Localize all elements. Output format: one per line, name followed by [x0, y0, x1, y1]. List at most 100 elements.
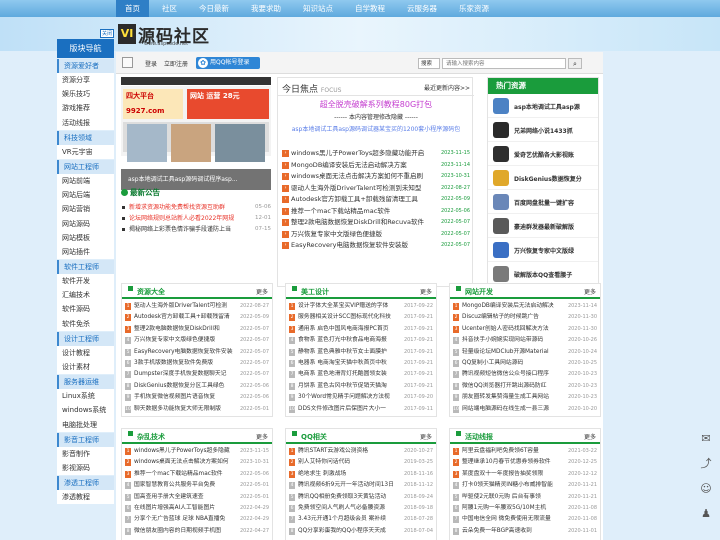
list-item[interactable]: 6 免费领空间人气刷人气必备腰资源 2018-09-18 — [289, 503, 433, 514]
list-item-title[interactable]: windows黑儿子PowerToys超多隐藏功能开启 — [291, 148, 426, 160]
focus-more-link[interactable]: 最近更新内容>> — [424, 83, 470, 92]
list-item[interactable]: 7 Dumpster深度手机恢复数据聊天记 2022-05-07 — [125, 369, 269, 380]
list-item[interactable]: 1 设计字体大全某宝买VIP赠送的字体 2017-09-22 — [289, 301, 433, 312]
list-item-title[interactable]: MongoDB编译安装后无法启动解决 — [462, 301, 568, 312]
list-item[interactable]: 3 整理2款电脑数据恢复DiskDrill和 2022-05-07 — [125, 324, 269, 335]
user-icon[interactable]: ♟ — [697, 503, 715, 525]
list-item[interactable]: 4 万兴恢复专家中文版绿色便捷版 2022-05-07 — [125, 335, 269, 346]
list-item-title[interactable]: 轻量级论坛MDClub开源Material — [462, 347, 568, 358]
list-item[interactable]: › 整理2款电脑数据恢复DiskDrill和Recuva软件 2022-05-07 — [282, 217, 470, 229]
sidebar-category[interactable]: 网站工程师 — [57, 159, 114, 174]
hot-resource-title[interactable]: 兄弟网络小说1433抓 — [514, 126, 573, 135]
search-icon[interactable]: ⌕ — [568, 58, 582, 69]
list-item-title[interactable]: 设计字体大全某宝买VIP赠送的字体 — [298, 301, 404, 312]
list-item[interactable]: 7 中国电信全网 微免费使用无限流量 2020-11-08 — [453, 514, 597, 525]
panel-title[interactable]: 网站开发 — [465, 287, 493, 297]
hot-resource-title[interactable]: 万兴恢复专家中文版绿 — [514, 246, 574, 255]
sidebar-category[interactable]: 资源爱好者 — [57, 59, 114, 73]
login-link[interactable]: 登录 — [145, 59, 157, 68]
list-item-title[interactable]: 揭秘网络上彩票色情诈骗手段谨防上当 — [129, 224, 244, 235]
list-item-title[interactable]: 中国电信全网 微免费使用无限流量 — [462, 514, 568, 525]
list-item-title[interactable]: 某度盘双十一年度报告抽奖领限 — [462, 469, 568, 480]
list-item-title[interactable]: Autodesk官方卸载工具+卸载残留清理工具 — [291, 194, 426, 206]
list-item[interactable]: 5 EasyRecovery电脑数据恢复软件安装 2022-05-07 — [125, 347, 269, 358]
list-item[interactable]: 5 静物系 蓝色典雅中秋节女士面膜护 2017-09-21 — [289, 347, 433, 358]
nav-today[interactable]: 今日最新 — [190, 0, 238, 17]
list-item-title[interactable]: DiskGenius数据恢复分区工具绿色 — [134, 381, 240, 392]
list-item-title[interactable]: DDS文件修改图片后保图片大小一 — [298, 404, 404, 415]
list-item-title[interactable]: 月饼系 蓝色古风中秋节促销天猫淘 — [298, 381, 404, 392]
sidebar-close-button[interactable]: 关闭 — [99, 29, 114, 38]
list-item-title[interactable]: Dumpster深度手机恢复数据聊天记 — [134, 369, 240, 380]
list-item[interactable]: 4 打卡0领天猫精灵IN糖小布威排智能 2020-11-21 — [453, 480, 597, 491]
list-item-title[interactable]: 网站端电脑源码在线生成一县三源 — [462, 404, 568, 415]
list-item[interactable]: 6 在线图片增强高AI人工智能图片 2022-04-29 — [125, 503, 269, 514]
nav-help[interactable]: 我要求助 — [242, 0, 290, 17]
sidebar-item[interactable]: 网站插件 — [57, 244, 114, 260]
nav-community[interactable]: 社区 — [153, 0, 186, 17]
list-item-title[interactable]: 食物系 蓝色打光中秋食品电商海报 — [298, 335, 404, 346]
panel-title[interactable]: QQ相关 — [301, 432, 327, 442]
search-input[interactable] — [442, 58, 566, 69]
list-item-title[interactable]: 驱动人生海外版DriverTalent可检测到未知型 — [291, 183, 426, 195]
list-item[interactable]: 2 整理继承10月春节优惠券领券软件 2020-12-25 — [453, 457, 597, 468]
list-item[interactable]: 论坛网络规则总站新人必看2022年网规 12-01 — [121, 213, 271, 224]
list-item[interactable]: 8 QQ分享彩蛋我的QQ小程序天天成 2018-07-04 — [289, 526, 433, 537]
hot-resource-item[interactable]: 豪迪群发器最新破解版 — [488, 214, 598, 238]
list-item-title[interactable]: 电器系 电商淘宝天猫中秋首页中秋 — [298, 358, 404, 369]
nav-home[interactable]: 首页 — [116, 0, 149, 17]
hot-resource-item[interactable]: 兄弟网络小说1433抓 — [488, 118, 598, 142]
list-item[interactable]: 1 MongoDB编译安装后无法启动解决 2023-11-14 — [453, 301, 597, 312]
list-item-title[interactable]: 打卡0领天猫精灵IN糖小布威排智能 — [462, 480, 568, 491]
list-item[interactable]: 4 食物系 蓝色打光中秋食品电商海报 2017-09-21 — [289, 335, 433, 346]
list-item-title[interactable]: 云朵免费一年BGP高速收到 — [462, 526, 568, 537]
list-item-title[interactable]: 聊天数据多功能恢复大师无限制版 — [134, 404, 240, 415]
sidebar-category[interactable]: 设计工程师 — [57, 331, 114, 346]
list-item-title[interactable]: 静物系 蓝色典雅中秋节女士面膜护 — [298, 347, 404, 358]
list-item-title[interactable]: 论坛网络规则总站新人必看2022年网规 — [129, 213, 244, 224]
list-item[interactable]: 1 驱动人生海外版DriverTalent可检测 2022-08-27 — [125, 301, 269, 312]
list-item[interactable]: › 万兴恢复专家中文版绿色便捷版 2022-05-07 — [282, 229, 470, 241]
list-item-title[interactable]: 推荐一个mac下载站精品mac软件 — [134, 469, 240, 480]
sidebar-item[interactable]: 活动线报 — [57, 115, 114, 130]
list-item-title[interactable]: 驱动人生海外版DriverTalent可检测 — [134, 301, 240, 312]
list-item-title[interactable]: Ucenter创始人密码找回解决方法 — [462, 324, 568, 335]
hot-resource-item[interactable]: 万兴恢复专家中文版绿 — [488, 238, 598, 262]
sidebar-item[interactable]: 网站前端 — [57, 173, 114, 189]
list-item-title[interactable]: windows黑儿子PowerToys超多隐藏 — [134, 446, 240, 457]
list-item[interactable]: 揭秘网络上彩票色情诈骗手段谨防上当 07-15 — [121, 224, 271, 235]
list-item-title[interactable]: EasyRecovery电脑数据恢复软件安装 — [134, 347, 240, 358]
list-item-title[interactable]: 免费领空间人气刷人气必备腰资源 — [298, 503, 404, 514]
panel-title[interactable]: 活动线报 — [465, 432, 493, 442]
sidebar-item[interactable]: Linux系统 — [57, 389, 114, 404]
panel-more-link[interactable]: 更多 — [256, 287, 268, 296]
list-item-title[interactable]: 30个Word常见精手问题解决方法视 — [298, 392, 404, 403]
list-item[interactable]: 5 国高查用手册大全建筑速查 2022-05-01 — [125, 492, 269, 503]
list-item[interactable]: 2 Autodesk官方卸载工具+卸载残留清 2022-05-09 — [125, 312, 269, 323]
list-item[interactable]: 3 推荐一个mac下载站精品mac软件 2022-05-06 — [125, 469, 269, 480]
panel-more-link[interactable]: 更多 — [584, 432, 596, 441]
list-item-title[interactable]: Autodesk官方卸载工具+卸载残留清 — [134, 312, 240, 323]
sidebar-item[interactable]: 影音制作 — [57, 446, 114, 461]
list-item-title[interactable]: 国家智慧教育公共服务平台免费 — [134, 480, 240, 491]
list-item[interactable]: 2 服务器相关设计SCC图标现代化科技 2017-09-21 — [289, 312, 433, 323]
sidebar-item[interactable]: 设计教程 — [57, 345, 114, 360]
nav-knowledge[interactable]: 知识站点 — [294, 0, 342, 17]
list-item-title[interactable]: 手机恢复微信视频图片语音恢复 — [134, 392, 240, 403]
list-item[interactable]: 3 绝地求生 刺激战场 2018-11-16 — [289, 469, 433, 480]
wechat-icon[interactable]: ☺ — [697, 478, 715, 500]
sidebar-item[interactable]: 娱乐技巧 — [57, 87, 114, 102]
hot-resource-title[interactable]: DiskGenius数据恢复分 — [514, 174, 582, 183]
list-item-title[interactable]: 绝地求生 刺激战场 — [298, 469, 404, 480]
list-item-title[interactable]: 抖音扶手小婉婉实现网站带源码 — [462, 335, 568, 346]
list-item-title[interactable]: 服务器相关设计SCC图标现代化科技 — [298, 312, 404, 323]
list-item[interactable]: 10 网站端电脑源码在线生成一县三源 2020-10-20 — [453, 404, 597, 415]
sidebar-category[interactable]: 服务器运维 — [57, 375, 114, 390]
list-item-title[interactable]: 整理2款电脑数据恢复DiskDrill和Recuva软件 — [291, 217, 426, 229]
sidebar-category[interactable]: 渗透工程师 — [57, 476, 114, 491]
list-item-title[interactable]: 万兴恢复专家中文版绿色便捷版 — [291, 229, 426, 241]
list-item-title[interactable]: 腾讯视频短信微信公众号接口程序 — [462, 369, 568, 380]
list-item-title[interactable]: 3.43元开通1个月超级会员 案补续 — [298, 514, 404, 525]
list-item-title[interactable]: Discuz编辑帖子的时候跳广告 — [462, 312, 568, 323]
panel-more-link[interactable]: 更多 — [420, 287, 432, 296]
